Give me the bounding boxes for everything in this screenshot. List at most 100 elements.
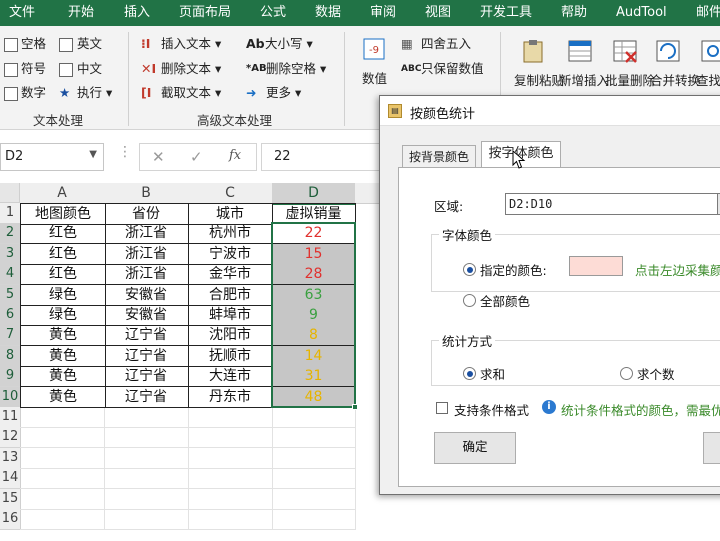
table-cell[interactable]: 辽宁省 [104, 325, 189, 347]
table-cell[interactable]: 15 [272, 243, 356, 265]
number-button[interactable]: 数值 [362, 70, 387, 88]
table-cell[interactable]: 安徽省 [104, 284, 189, 306]
table-cell[interactable]: 辽宁省 [104, 366, 189, 388]
empty-cell[interactable] [104, 509, 189, 530]
row-header[interactable]: 10 [0, 386, 21, 408]
row-header[interactable]: 5 [0, 284, 21, 306]
tab-audtool[interactable]: AudTool [616, 0, 667, 26]
table-cell[interactable]: 红色 [20, 243, 106, 265]
find-button[interactable]: 查找 [696, 72, 720, 90]
more-button[interactable]: 更多 ▾ [266, 84, 301, 102]
column-header-a[interactable]: A [20, 183, 105, 204]
empty-cell[interactable] [272, 427, 356, 449]
tab-review[interactable]: 审阅 [370, 0, 396, 26]
table-cell[interactable]: 黄色 [20, 345, 106, 367]
table-cell[interactable]: 14 [272, 345, 356, 367]
tab-mail[interactable]: 邮件 [696, 0, 720, 26]
case-button[interactable]: 大小写 ▾ [265, 35, 313, 53]
chevron-down-icon[interactable]: ▼ [89, 149, 97, 160]
row-header[interactable]: 16 [0, 509, 21, 530]
cancel-button[interactable] [703, 432, 720, 464]
table-cell[interactable]: 沈阳市 [188, 325, 273, 347]
empty-cell[interactable] [104, 468, 189, 490]
row-header[interactable]: 13 [0, 447, 21, 469]
table-cell[interactable]: 安徽省 [104, 305, 189, 326]
column-header-e[interactable] [355, 183, 381, 204]
empty-cell[interactable] [272, 468, 356, 490]
empty-cell[interactable] [272, 407, 356, 428]
empty-cell[interactable] [188, 468, 273, 490]
empty-cell[interactable] [188, 447, 273, 469]
batch-delete-button[interactable]: 批量删除 [605, 72, 655, 90]
table-cell[interactable]: 金华市 [188, 264, 273, 286]
column-header-d[interactable]: D [272, 183, 356, 205]
check-icon[interactable]: ✓ [190, 148, 203, 166]
empty-cell[interactable] [188, 509, 273, 530]
row-header[interactable]: 15 [0, 488, 21, 510]
table-header-cell[interactable]: 地图颜色 [20, 203, 106, 225]
empty-cell[interactable] [104, 488, 189, 510]
table-cell[interactable]: 辽宁省 [104, 345, 189, 367]
tab-home[interactable]: 开始 [68, 0, 94, 26]
fill-handle[interactable] [352, 404, 358, 410]
tab-background-color[interactable]: 按背景颜色 [402, 145, 476, 167]
row-header[interactable]: 3 [0, 243, 21, 265]
tab-insert[interactable]: 插入 [124, 0, 150, 26]
row-header[interactable]: 11 [0, 407, 21, 428]
table-cell[interactable]: 63 [272, 284, 356, 306]
table-cell[interactable]: 合肥市 [188, 284, 273, 306]
delete-text-button[interactable]: 删除文本 ▾ [161, 60, 221, 78]
number-checkbox[interactable] [4, 87, 18, 101]
insert-text-button[interactable]: 插入文本 ▾ [161, 35, 221, 53]
table-cell[interactable]: 辽宁省 [104, 386, 189, 408]
table-cell[interactable]: 绿色 [20, 284, 106, 306]
table-cell[interactable]: 蚌埠市 [188, 305, 273, 326]
copy-paste-button[interactable]: 复制粘贴 [514, 72, 564, 90]
tab-help[interactable]: 帮助 [561, 0, 587, 26]
table-cell[interactable]: 绿色 [20, 305, 106, 326]
table-cell[interactable]: 红色 [20, 223, 106, 245]
empty-cell[interactable] [20, 509, 105, 530]
tab-page-layout[interactable]: 页面布局 [179, 0, 231, 26]
empty-cell[interactable] [20, 468, 105, 490]
extract-text-button[interactable]: 截取文本 ▾ [161, 84, 221, 102]
execute-button[interactable]: 执行 ▾ [77, 84, 112, 102]
table-cell[interactable]: 黄色 [20, 366, 106, 388]
table-cell[interactable]: 浙江省 [104, 264, 189, 286]
ok-button[interactable]: 确定 [434, 432, 516, 464]
table-cell[interactable]: 8 [272, 325, 356, 347]
empty-cell[interactable] [20, 447, 105, 469]
table-cell[interactable]: 宁波市 [188, 243, 273, 265]
name-box[interactable]: D2 ▼ [0, 143, 104, 171]
row-header[interactable]: 2 [0, 223, 21, 245]
empty-cell[interactable] [104, 407, 189, 428]
row-header[interactable]: 12 [0, 427, 21, 449]
function-icon[interactable]: fx [229, 148, 241, 163]
remove-space-button[interactable]: 删除空格 ▾ [266, 60, 326, 78]
range-input[interactable]: D2:D10 [505, 193, 720, 215]
empty-cell[interactable] [104, 427, 189, 449]
space-checkbox[interactable] [4, 38, 18, 52]
all-colors-radio[interactable] [463, 294, 476, 307]
sum-radio[interactable] [463, 367, 476, 380]
table-cell[interactable]: 22 [272, 223, 356, 245]
empty-cell[interactable] [20, 427, 105, 449]
row-header[interactable]: 1 [0, 203, 21, 224]
column-header-c[interactable]: C [188, 183, 273, 204]
tab-developer[interactable]: 开发工具 [480, 0, 532, 26]
merge-convert-button[interactable]: 合并转换 [650, 72, 700, 90]
row-header[interactable]: 14 [0, 468, 21, 490]
table-cell[interactable]: 黄色 [20, 325, 106, 347]
table-cell[interactable]: 丹东市 [188, 386, 273, 408]
table-cell[interactable]: 杭州市 [188, 223, 273, 245]
row-header[interactable]: 6 [0, 305, 21, 326]
table-cell[interactable]: 48 [272, 386, 356, 408]
table-header-cell[interactable]: 虚拟销量 [272, 203, 356, 225]
empty-cell[interactable] [188, 488, 273, 510]
table-cell[interactable]: 28 [272, 264, 356, 286]
row-header[interactable]: 9 [0, 366, 21, 388]
keep-number-button[interactable]: 只保留数值 [421, 60, 484, 78]
empty-cell[interactable] [104, 447, 189, 469]
row-header[interactable]: 7 [0, 325, 21, 347]
select-all-corner[interactable] [0, 183, 20, 203]
